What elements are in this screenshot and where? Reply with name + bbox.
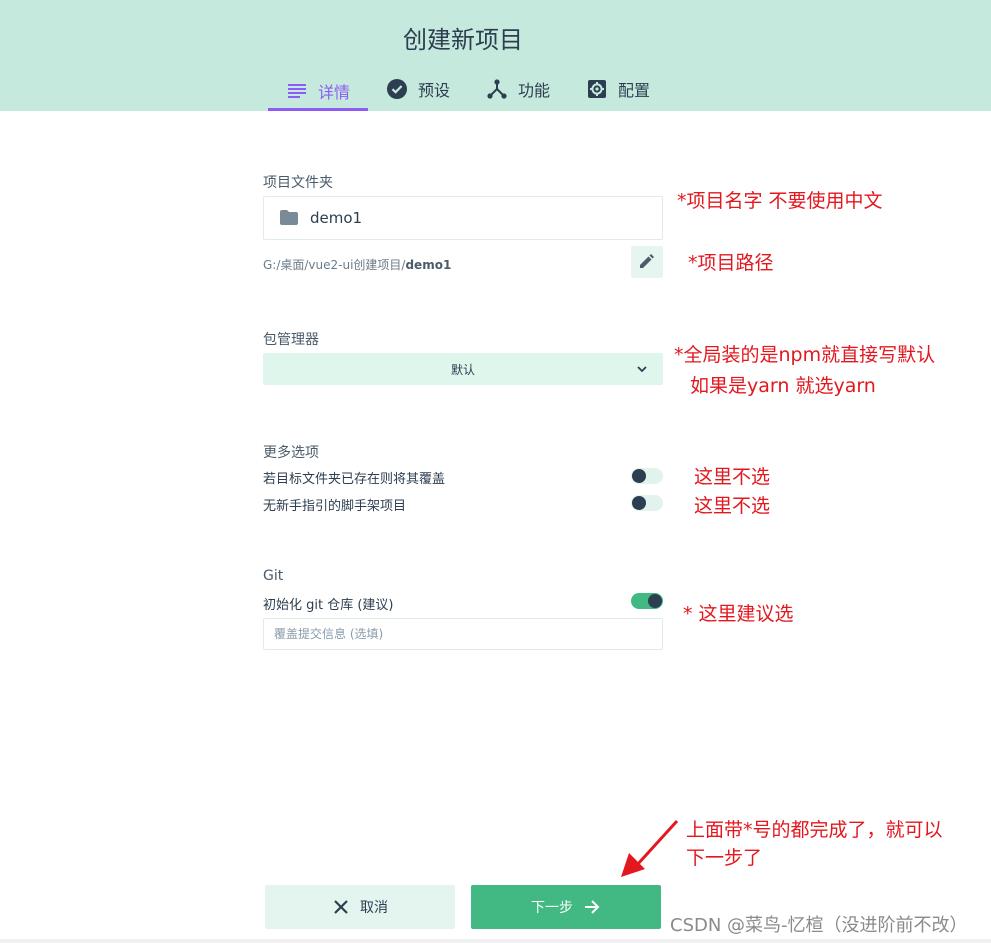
edit-path-button[interactable] <box>631 246 663 278</box>
git-init-toggle[interactable] <box>631 593 663 609</box>
toggle-knob <box>648 594 662 608</box>
annotation-arrow-icon <box>621 819 679 877</box>
annotation-pm-note-2: 如果是yarn 就选yarn <box>690 375 876 397</box>
annotation-final-note-2: 下一步了 <box>686 847 763 869</box>
pencil-icon <box>640 253 654 272</box>
next-button[interactable]: 下一步 <box>471 885 661 929</box>
page-title: 创建新项目 <box>403 26 523 54</box>
overwrite-option-label: 若目标文件夹已存在则将其覆盖 <box>263 472 446 487</box>
branch-icon <box>486 78 508 100</box>
tab-presets[interactable]: 预设 <box>368 70 468 108</box>
tab-features-label: 功能 <box>518 81 551 100</box>
folder-path-name: demo1 <box>405 258 452 272</box>
cancel-button-label: 取消 <box>360 900 388 916</box>
tab-details[interactable]: 详情 <box>268 70 369 111</box>
cancel-button[interactable]: 取消 <box>265 885 455 929</box>
annotation-name-note: *项目名字 不要使用中文 <box>677 190 883 212</box>
git-init-label: 初始化 git 仓库 (建议) <box>263 598 394 613</box>
tab-details-label: 详情 <box>318 82 351 102</box>
tab-config[interactable]: 配置 <box>568 70 668 108</box>
list-icon <box>286 80 308 102</box>
git-label: Git <box>263 568 284 584</box>
annotation-opt2-note: 这里不选 <box>694 495 771 517</box>
folder-name-value: demo1 <box>310 209 363 227</box>
folder-icon <box>280 210 298 226</box>
arrow-right-icon <box>583 898 601 916</box>
annotation-final-note-1: 上面带*号的都完成了，就可以 <box>686 819 943 841</box>
tab-presets-label: 预设 <box>418 81 451 100</box>
close-icon <box>332 898 350 916</box>
bottom-divider <box>0 939 991 943</box>
tab-config-label: 配置 <box>618 81 651 100</box>
overwrite-toggle[interactable] <box>631 468 663 484</box>
check-circle-icon <box>386 78 408 100</box>
no-guide-option-label: 无新手指引的脚手架项目 <box>263 499 407 514</box>
next-button-label: 下一步 <box>531 900 573 916</box>
toggle-knob <box>632 496 646 510</box>
annotation-git-note: * 这里建议选 <box>683 603 794 625</box>
folder-name-input[interactable]: demo1 <box>263 196 663 240</box>
header: 创建新项目 详情 预设 功能 配置 <box>0 0 991 111</box>
annotation-opt1-note: 这里不选 <box>694 466 771 488</box>
commit-message-input[interactable] <box>263 618 663 650</box>
toggle-knob <box>632 469 646 483</box>
tab-features[interactable]: 功能 <box>468 70 568 108</box>
folder-label: 项目文件夹 <box>263 175 333 191</box>
annotation-path-note: *项目路径 <box>688 252 774 274</box>
more-options-label: 更多选项 <box>263 445 319 461</box>
package-manager-select[interactable]: 默认 <box>263 353 663 385</box>
no-guide-toggle[interactable] <box>631 495 663 511</box>
folder-path-prefix: G:/桌面/vue2-ui创建项目/ <box>263 258 406 272</box>
watermark: CSDN @菜鸟-忆楦（没进阶前不改） <box>670 915 968 936</box>
package-manager-label: 包管理器 <box>263 332 319 348</box>
chevron-down-icon <box>635 362 649 376</box>
gear-icon <box>586 78 608 100</box>
annotation-pm-note-1: *全局装的是npm就直接写默认 <box>674 344 936 366</box>
tab-bar: 详情 预设 功能 配置 <box>268 70 668 111</box>
package-manager-value: 默认 <box>450 362 475 377</box>
folder-path: G:/桌面/vue2-ui创建项目/demo1 <box>263 256 451 273</box>
